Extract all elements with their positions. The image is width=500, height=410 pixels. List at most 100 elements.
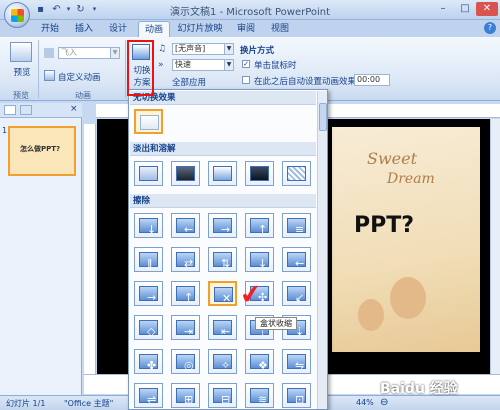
watermark: Baidu 经验	[380, 381, 458, 397]
close-icon[interactable]: ×	[70, 104, 78, 114]
gallery-item-wipe[interactable]: →	[208, 213, 237, 238]
gallery-item-wipe[interactable]: ⊟	[208, 383, 237, 408]
gallery-item-wipe[interactable]: ←	[171, 213, 200, 238]
window-title: 演示文稿1 - Microsoft PowerPoint	[169, 7, 331, 18]
gallery-item-wipe[interactable]: ✕	[208, 281, 237, 306]
vertical-scrollbar[interactable]	[490, 119, 500, 374]
gallery-item-wipe[interactable]: ⇄	[171, 247, 200, 272]
fade-transition-icon	[139, 166, 158, 181]
arrow-icon: ◇	[147, 325, 156, 338]
wipe-transition-icon: ⇋	[287, 354, 306, 372]
wipe-transition-icon: ◇	[139, 320, 158, 338]
tab-design[interactable]: 设计	[104, 21, 132, 37]
gallery-item-wipe[interactable]: ⊞	[171, 383, 200, 408]
gallery-item-wipe[interactable]: ≋	[245, 383, 274, 408]
wipe-transition-icon: ✧	[213, 354, 232, 372]
arrow-icon: ◎	[184, 359, 194, 372]
gallery-item-wipe[interactable]: ⊡	[282, 383, 311, 408]
arrow-icon: ✧	[221, 359, 231, 372]
close-icon[interactable]: ✕	[476, 2, 498, 16]
chevron-down-icon: ▼	[224, 44, 233, 54]
gallery-item-no-transition[interactable]	[134, 109, 163, 134]
gallery-item-wipe[interactable]: ←	[282, 247, 311, 272]
gallery-item-wipe[interactable]: ◎	[171, 349, 200, 374]
gallery-item-wipe[interactable]: ✤	[134, 349, 163, 374]
tab-insert[interactable]: 插入	[70, 21, 98, 37]
slide-thumbnail[interactable]: 怎么做PPT?	[8, 126, 76, 176]
gallery-item-wipe[interactable]: ↑	[245, 213, 274, 238]
wipe-transition-icon: ✤	[139, 354, 158, 372]
sound-dropdown[interactable]: [无声音] ▼	[172, 43, 234, 55]
gallery-item-fade[interactable]	[245, 161, 274, 186]
office-button[interactable]	[4, 2, 30, 28]
arrow-icon: ↓	[147, 223, 157, 236]
gallery-item-wipe[interactable]: ⇌	[134, 383, 163, 408]
gallery-item-wipe[interactable]: ↓	[245, 247, 274, 272]
custom-animation-button[interactable]: 自定义动画	[58, 71, 101, 83]
gallery-section-header: 擦除	[130, 194, 316, 208]
animate-value: 飞入	[61, 48, 77, 57]
arrow-icon: ⇤	[221, 325, 231, 338]
tab-view[interactable]: 视图	[266, 21, 294, 37]
gallery-scrollbar[interactable]	[317, 91, 327, 409]
tab-home[interactable]: 开始	[36, 21, 64, 37]
gallery-item-fade[interactable]	[171, 161, 200, 186]
transition-gallery[interactable]: 无切换效果 淡出和溶解 擦除 ↓ ← → ↑ ≡ ‖ ⇄ ⇅ ↓ ← → ↑ ✕ ✣ ↙ ◇ ⇥ ⇤ ⇡ ⇣ ✤ ◎ ✧ ❖ ⇋…	[128, 89, 328, 410]
gallery-item-wipe[interactable]: ⇤	[208, 315, 237, 340]
sound-value: [无声音]	[175, 44, 206, 53]
arrow-icon: ⊡	[295, 393, 305, 406]
gallery-item-wipe[interactable]: ⇋	[282, 349, 311, 374]
gallery-item-wipe[interactable]: ◇	[134, 315, 163, 340]
wipe-transition-icon: →	[139, 286, 158, 304]
tab-slideshow[interactable]: 幻灯片放映	[174, 21, 226, 37]
tab-review[interactable]: 审阅	[232, 21, 260, 37]
slide[interactable]: Sweet Dream PPT?	[332, 127, 480, 352]
on-click-checkbox[interactable]: ✓	[242, 60, 250, 68]
gallery-item-wipe[interactable]: ≡	[282, 213, 311, 238]
arrow-icon: ⇄	[184, 257, 194, 270]
no-transition-icon	[140, 115, 159, 130]
gallery-item-wipe[interactable]: ⇅	[208, 247, 237, 272]
wipe-transition-icon: ←	[176, 218, 195, 236]
arrow-icon: ⇥	[184, 325, 194, 338]
gallery-section-header: 无切换效果	[130, 91, 316, 105]
gallery-item-wipe[interactable]: ‖	[134, 247, 163, 272]
scroll-thumb[interactable]	[319, 103, 327, 131]
gallery-item-fade[interactable]	[282, 161, 311, 186]
speed-dropdown[interactable]: 快速 ▼	[172, 59, 234, 71]
gallery-item-wipe[interactable]: ↓	[134, 213, 163, 238]
auto-time-input[interactable]: 00:00	[354, 74, 390, 86]
arrow-icon: ←	[184, 223, 194, 236]
arrow-icon: ⇌	[147, 393, 157, 406]
gallery-item-fade[interactable]	[208, 161, 237, 186]
slide-count: 幻灯片 1/1	[6, 399, 46, 408]
arrow-icon: ≡	[295, 223, 305, 236]
help-icon[interactable]: ?	[484, 22, 496, 34]
preview-button[interactable]: 预览	[10, 66, 34, 78]
gallery-item-wipe[interactable]: ❖	[245, 349, 274, 374]
gallery-item-wipe[interactable]: ↙	[282, 281, 311, 306]
minimize-icon[interactable]: –	[432, 2, 454, 16]
animate-dropdown[interactable]: 飞入 ▼	[58, 47, 120, 59]
vertical-ruler	[84, 124, 96, 374]
gallery-item-wipe[interactable]: ✧	[208, 349, 237, 374]
wipe-transition-icon: ≋	[250, 388, 269, 406]
auto-advance-checkbox[interactable]	[242, 76, 250, 84]
arrow-icon: ⇅	[221, 257, 231, 270]
gallery-item-wipe[interactable]: ↑	[171, 281, 200, 306]
zoom-level: 44%	[356, 398, 374, 407]
group-separator	[125, 40, 126, 98]
slides-tab-icon[interactable]	[4, 105, 16, 115]
gallery-item-wipe[interactable]: ⇥	[171, 315, 200, 340]
preview-icon[interactable]	[10, 42, 32, 62]
zoom-out-icon[interactable]: ⊖	[380, 397, 388, 408]
gallery-item-wipe[interactable]: →	[134, 281, 163, 306]
arrow-icon: ✕	[222, 292, 232, 305]
preview-group-label: 预览	[13, 91, 29, 100]
outline-tab-icon[interactable]	[20, 105, 32, 115]
maximize-icon[interactable]: □	[454, 2, 476, 16]
apply-all-button[interactable]: 全部应用	[172, 76, 206, 88]
fade-transition-icon	[176, 166, 195, 181]
gallery-item-fade[interactable]	[134, 161, 163, 186]
tab-animations[interactable]: 动画	[138, 21, 170, 37]
